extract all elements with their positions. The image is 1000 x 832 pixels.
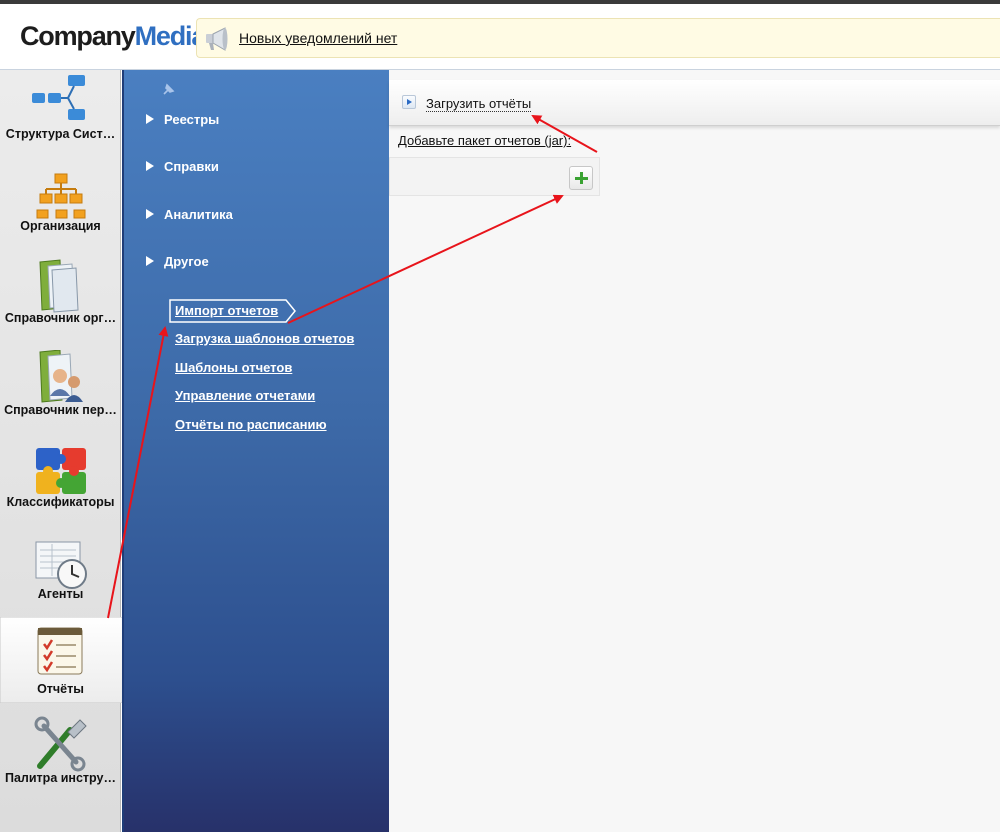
menu-link-scheduled-reports[interactable]: Отчёты по расписанию xyxy=(175,417,327,432)
sidebar-item-organization[interactable]: Организация xyxy=(0,162,121,252)
upload-reports-button[interactable]: Загрузить отчёты xyxy=(426,96,532,112)
menu-link-import-reports[interactable]: Импорт отчетов xyxy=(175,303,278,318)
sidebar-item-org-directory[interactable]: Справочник орг… xyxy=(0,254,121,344)
report-package-label: Добавьте пакет отчетов (jar): xyxy=(398,133,572,148)
header: CompanyMedia Новых уведомлений нет xyxy=(0,4,1000,70)
staff-directory-icon xyxy=(39,350,83,403)
reports-menu-panel: Реестры Справки Аналитика Другое Импорт … xyxy=(122,70,389,832)
sidebar-item-label: Справочник пер… xyxy=(4,403,117,417)
notification-text[interactable]: Новых уведомлений нет xyxy=(239,30,397,46)
menu-section-references[interactable]: Справки xyxy=(146,159,219,174)
megaphone-icon xyxy=(206,27,228,51)
logo[interactable]: CompanyMedia xyxy=(20,18,207,54)
sidebar-item-label: Классификаторы xyxy=(6,495,115,509)
sidebar-item-label: Палитра инстру… xyxy=(5,771,116,785)
expand-triangle-icon xyxy=(146,256,154,266)
menu-section-analytics[interactable]: Аналитика xyxy=(146,207,233,222)
toolbar: Загрузить отчёты xyxy=(389,80,1000,126)
add-file-button[interactable] xyxy=(569,166,593,190)
play-icon[interactable] xyxy=(402,95,416,109)
menu-section-registries[interactable]: Реестры xyxy=(146,112,219,127)
sidebar-item-label: Организация xyxy=(20,219,101,233)
expand-triangle-icon xyxy=(146,209,154,219)
system-structure-icon xyxy=(32,75,85,120)
sidebar-item-label: Отчёты xyxy=(37,682,84,696)
content-area: Загрузить отчёты Добавьте пакет отчетов … xyxy=(389,70,1000,832)
organization-icon xyxy=(36,173,86,219)
app-window: CompanyMedia Новых уведомлений нет Струк… xyxy=(0,0,1000,832)
sidebar-item-reports[interactable]: Отчёты xyxy=(0,622,121,712)
notification-bar: Новых уведомлений нет xyxy=(196,18,1000,58)
sidebar-item-tools-palette[interactable]: Палитра инстру… xyxy=(0,714,121,804)
puzzle-icon xyxy=(36,448,86,494)
sidebar-item-staff-directory[interactable]: Справочник пер… xyxy=(0,346,121,436)
main-sidebar: Структура Сист… Организация Справочник о… xyxy=(0,70,140,832)
sidebar-item-agents[interactable]: Агенты xyxy=(0,530,121,620)
logo-part-media: Media xyxy=(134,21,207,51)
logo-part-company: Company xyxy=(20,21,136,51)
org-directory-icon xyxy=(39,259,79,313)
menu-link-upload-report-templates[interactable]: Загрузка шаблонов отчетов xyxy=(175,331,354,346)
menu-link-manage-reports[interactable]: Управление отчетами xyxy=(175,388,315,403)
sidebar-item-label: Справочник орг… xyxy=(4,311,117,325)
file-list-area xyxy=(389,157,600,196)
sidebar-item-system-structure[interactable]: Структура Сист… xyxy=(0,70,121,160)
agents-clock-icon xyxy=(35,541,87,589)
tools-icon xyxy=(34,716,87,772)
sidebar-item-label: Структура Сист… xyxy=(5,127,116,141)
reports-icon xyxy=(37,627,83,675)
expand-triangle-icon xyxy=(146,161,154,171)
sidebar-item-label: Агенты xyxy=(37,587,84,601)
menu-section-other[interactable]: Другое xyxy=(146,254,209,269)
expand-triangle-icon xyxy=(146,114,154,124)
menu-link-report-templates[interactable]: Шаблоны отчетов xyxy=(175,360,292,375)
pin-icon[interactable] xyxy=(160,82,176,98)
sidebar-item-classifiers[interactable]: Классификаторы xyxy=(0,438,121,528)
